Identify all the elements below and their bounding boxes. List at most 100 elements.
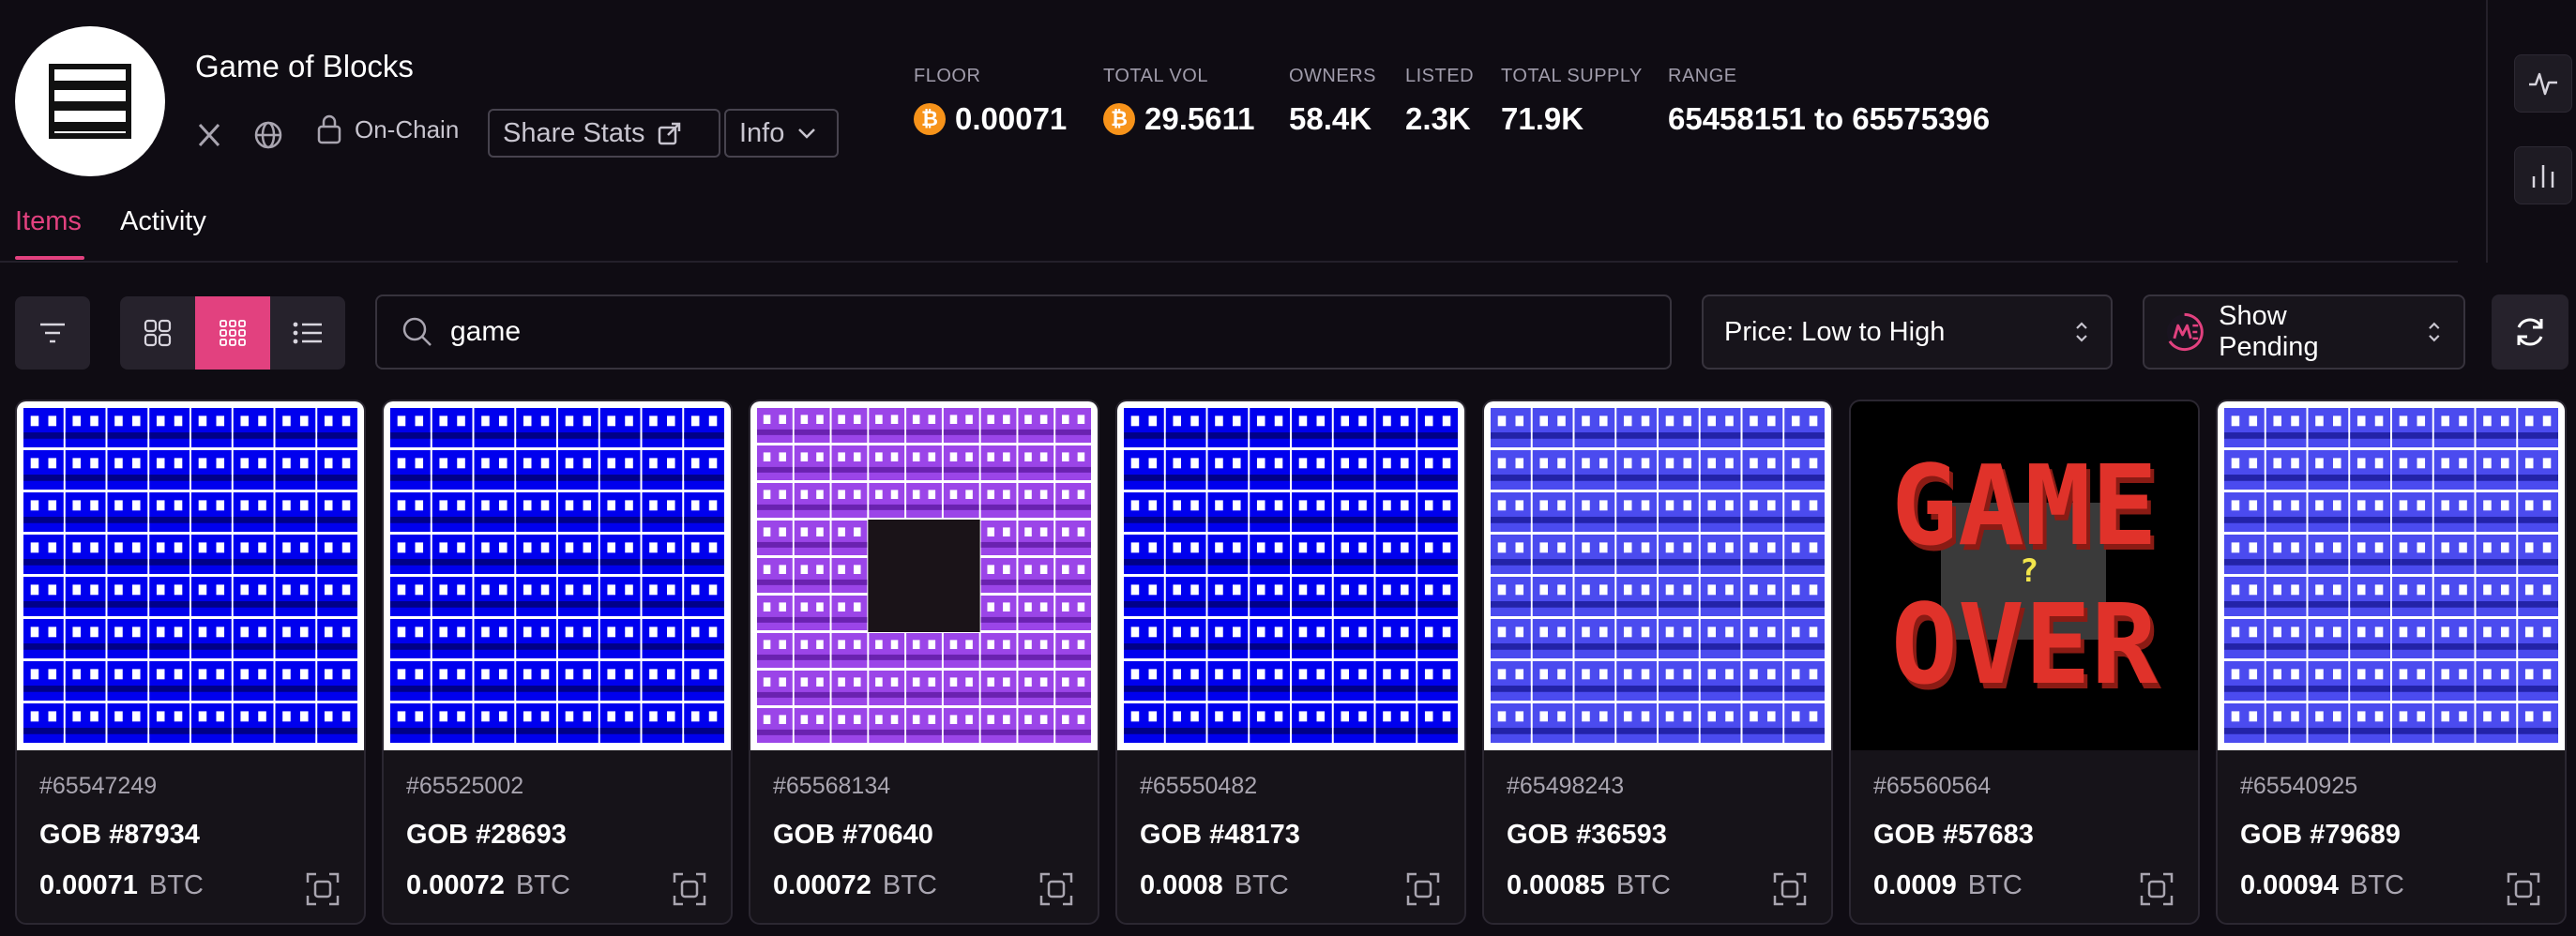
active-tab-indicator <box>15 256 84 260</box>
nft-image[interactable]: GAMEGAMEOVEROVER? <box>1851 401 2198 750</box>
block-logo-icon <box>49 64 131 139</box>
stat-supply-value: 71.9K <box>1501 101 1584 136</box>
price-value: 0.00072 <box>406 870 505 900</box>
small-grid-icon <box>220 320 246 346</box>
bar-chart-button[interactable] <box>2514 146 2572 204</box>
quick-view-icon[interactable] <box>1038 870 1075 908</box>
nft-image[interactable] <box>2218 401 2565 750</box>
stat-range-value: 65458151 to 65575396 <box>1668 101 1991 136</box>
stat-volume-label: TOTAL VOL <box>1103 66 1208 86</box>
nft-card[interactable]: #65568134 GOB #70640 0.00072 BTC <box>749 400 1099 925</box>
item-price: 0.0008 BTC <box>1140 870 1289 901</box>
quick-view-icon[interactable] <box>304 870 341 908</box>
x-twitter-icon[interactable] <box>195 116 223 154</box>
nft-card[interactable]: #65498243 GOB #36593 0.00085 BTC <box>1482 400 1833 925</box>
item-price: 0.00094 BTC <box>2240 870 2404 901</box>
view-small-grid-button[interactable] <box>195 296 270 370</box>
stat-owners-value: 58.4K <box>1289 101 1372 136</box>
quick-view-icon[interactable] <box>1404 870 1442 908</box>
inscription-number: #65550482 <box>1140 773 1258 799</box>
inscription-number: #65568134 <box>773 773 891 799</box>
search-icon <box>402 317 432 346</box>
info-dropdown[interactable]: Info <box>724 109 839 158</box>
quick-view-icon[interactable] <box>2138 870 2175 908</box>
svg-text:?: ? <box>2020 552 2038 590</box>
nft-image[interactable] <box>384 401 731 750</box>
price-currency: BTC <box>148 870 204 900</box>
nft-card[interactable]: GAME GAME OVER OVER? #65560564 GOB #57683 0.00… <box>1849 400 2200 925</box>
chevron-updown-icon <box>2429 322 2440 342</box>
item-name: GOB #48173 <box>1140 820 1300 850</box>
list-icon <box>293 322 322 344</box>
pulse-icon <box>2529 72 2557 96</box>
price-value: 0.0008 <box>1140 870 1223 900</box>
quick-view-icon[interactable] <box>671 870 708 908</box>
nft-card[interactable]: #65550482 GOB #48173 0.0008 BTC <box>1115 400 1466 925</box>
share-stats-button[interactable]: Share Stats <box>488 109 720 158</box>
price-currency: BTC <box>1967 870 2023 900</box>
nft-image[interactable] <box>1117 401 1464 750</box>
chevron-down-icon <box>798 128 816 139</box>
view-mode-toggle <box>120 296 345 370</box>
stat-volume-value: ₿ 29.5611 <box>1103 101 1254 137</box>
item-price: 0.00071 BTC <box>39 870 204 901</box>
nft-card[interactable]: #65540925 GOB #79689 0.00094 BTC <box>2216 400 2567 925</box>
filter-icon <box>40 323 65 343</box>
stat-listed-value: 2.3K <box>1405 101 1471 136</box>
stat-floor-value: ₿ 0.00071 <box>914 101 1067 137</box>
price-currency: BTC <box>1615 870 1671 900</box>
item-price: 0.00072 BTC <box>773 870 937 901</box>
price-value: 0.00094 <box>2240 870 2339 900</box>
view-list-button[interactable] <box>270 296 345 370</box>
item-name: GOB #57683 <box>1873 820 2034 850</box>
item-price: 0.00085 BTC <box>1507 870 1671 901</box>
lock-icon <box>317 114 341 144</box>
activity-chart-button[interactable] <box>2514 54 2572 113</box>
item-name: GOB #79689 <box>2240 820 2401 850</box>
price-currency: BTC <box>882 870 937 900</box>
search-input[interactable] <box>448 315 1578 349</box>
view-large-grid-button[interactable] <box>120 296 195 370</box>
sort-select[interactable]: Price: Low to High <box>1702 294 2113 370</box>
tab-items[interactable]: Items <box>15 206 82 237</box>
collection-avatar <box>15 26 165 176</box>
on-chain-label: On-Chain <box>355 114 460 143</box>
inscription-number: #65525002 <box>406 773 524 799</box>
refresh-icon <box>2517 318 2543 346</box>
on-chain-badge: On-Chain <box>315 114 459 144</box>
stat-owners-label: OWNERS <box>1289 66 1376 86</box>
refresh-button[interactable] <box>2492 294 2568 370</box>
tab-activity[interactable]: Activity <box>120 206 206 237</box>
quick-view-icon[interactable] <box>2505 870 2542 908</box>
sort-select-value: Price: Low to High <box>1724 316 1946 347</box>
stat-listed-label: LISTED <box>1405 66 1475 86</box>
globe-icon[interactable] <box>253 116 283 154</box>
bitcoin-icon: ₿ <box>1103 103 1135 135</box>
filter-button[interactable] <box>15 296 90 370</box>
tabs-divider <box>0 261 2458 263</box>
nft-image[interactable] <box>17 401 364 750</box>
stat-floor-label: FLOOR <box>914 66 981 86</box>
search-box <box>375 294 1672 370</box>
item-name: GOB #36593 <box>1507 820 1667 850</box>
quick-view-icon[interactable] <box>1771 870 1809 908</box>
price-value: 0.0009 <box>1873 870 1957 900</box>
nft-image[interactable] <box>750 401 1098 750</box>
price-value: 0.00071 <box>39 870 138 900</box>
stat-range-label: RANGE <box>1668 66 1737 86</box>
nft-card[interactable]: #65525002 GOB #28693 0.00072 BTC <box>382 400 733 925</box>
nft-image[interactable] <box>1484 401 1831 750</box>
magic-eden-logo-icon <box>2166 312 2204 352</box>
show-pending-select[interactable]: Show Pending <box>2143 294 2465 370</box>
item-name: GOB #87934 <box>39 820 200 850</box>
bitcoin-icon: ₿ <box>914 103 946 135</box>
side-panel-divider <box>2486 0 2488 263</box>
svg-text:GAME: GAME <box>1891 441 2158 570</box>
inscription-number: #65547249 <box>39 773 158 799</box>
large-grid-icon <box>144 319 172 347</box>
show-pending-label: Show Pending <box>2219 301 2319 362</box>
collection-title: Game of Blocks <box>195 49 414 83</box>
item-name: GOB #70640 <box>773 820 933 850</box>
share-icon <box>658 122 680 145</box>
nft-card[interactable]: #65547249 GOB #87934 0.00071 BTC <box>15 400 366 925</box>
